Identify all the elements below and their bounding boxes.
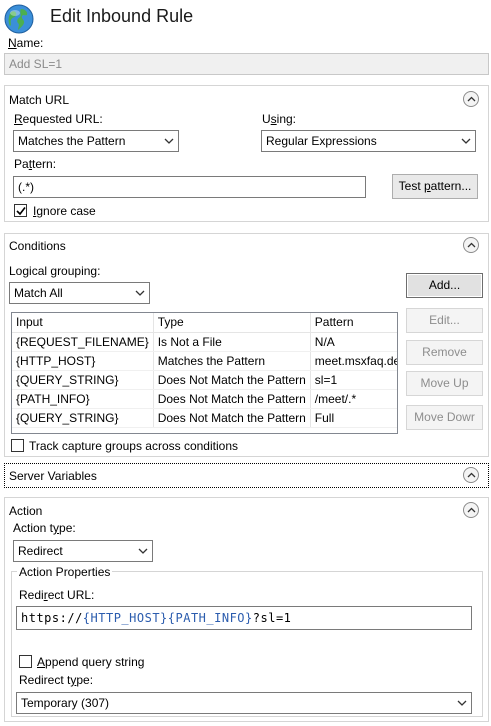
cell-input: {REQUEST_FILENAME} [12, 332, 154, 352]
table-header-row: Input Type Pattern [12, 313, 397, 333]
redirect-type-value: Temporary (307) [21, 696, 110, 710]
conditions-title: Conditions [9, 239, 66, 253]
logical-grouping-value: Match All [14, 286, 63, 300]
logical-grouping-label: Logical grouping: [9, 264, 101, 278]
cell-type: Is Not a File [153, 332, 311, 352]
track-capture-groups-label: Track capture groups across conditions [29, 439, 238, 453]
server-variables-title: Server Variables [9, 469, 97, 483]
expand-server-variables-button[interactable] [463, 467, 479, 483]
logical-grouping-select[interactable]: Match All [9, 282, 150, 304]
redirect-type-select[interactable]: Temporary (307) [16, 692, 472, 714]
chevron-up-icon [467, 96, 476, 102]
requested-url-label: Requested URL: [14, 112, 103, 126]
table-row[interactable]: {QUERY_STRING} Does Not Match the Patter… [12, 370, 397, 390]
cell-type: Does Not Match the Pattern [153, 389, 311, 409]
cell-pattern: N/A [310, 332, 397, 352]
cell-pattern: meet.msxfaq.de [310, 351, 397, 371]
conditions-table: Input Type Pattern {REQUEST_FILENAME} Is… [11, 312, 398, 434]
column-header-pattern[interactable]: Pattern [310, 313, 397, 333]
chevron-down-icon [135, 290, 145, 296]
track-capture-groups-checkbox[interactable] [11, 439, 24, 452]
url-part-scheme: https:// [21, 611, 83, 625]
move-up-button[interactable]: Move Up [406, 371, 483, 396]
redirect-url-input[interactable]: https://{HTTP_HOST}{PATH_INFO}?sl=1 [16, 606, 472, 630]
chevron-down-icon [457, 700, 467, 706]
cell-type: Does Not Match the Pattern [153, 370, 311, 390]
ignore-case-label: Ignore case [33, 204, 96, 218]
collapse-conditions-button[interactable] [463, 237, 479, 253]
action-type-select[interactable]: Redirect [13, 540, 153, 562]
action-properties-title: Action Properties [17, 565, 113, 579]
name-label: Name: [8, 36, 44, 50]
table-row[interactable]: {HTTP_HOST} Matches the Pattern meet.msx… [12, 351, 397, 371]
chevron-down-icon [138, 548, 148, 554]
column-header-type[interactable]: Type [153, 313, 311, 333]
action-type-value: Redirect [18, 544, 63, 558]
requested-url-select[interactable]: Matches the Pattern [13, 130, 179, 152]
using-select[interactable]: Regular Expressions [261, 130, 476, 152]
test-pattern-button[interactable]: Test pattern... [392, 174, 478, 199]
redirect-url-label: Redirect URL: [19, 588, 95, 602]
chevron-down-icon [461, 138, 471, 144]
pattern-label: Pattern: [14, 157, 57, 171]
cell-input: {QUERY_STRING} [12, 408, 154, 428]
action-type-label: Action type: [13, 521, 76, 535]
table-row[interactable]: {REQUEST_FILENAME} Is Not a File N/A [12, 332, 397, 352]
chevron-up-icon [467, 472, 476, 478]
match-url-title: Match URL [9, 93, 70, 107]
globe-icon [3, 3, 35, 35]
action-title: Action [9, 504, 43, 518]
ignore-case-checkbox[interactable] [14, 204, 27, 217]
chevron-down-icon [164, 138, 174, 144]
url-part-query: ?sl=1 [252, 611, 292, 625]
cell-input: {HTTP_HOST} [12, 351, 154, 371]
cell-pattern: sl=1 [310, 370, 397, 390]
cell-pattern: Full [310, 408, 397, 428]
url-part-http-host: {HTTP_HOST} [82, 611, 168, 625]
edit-condition-button[interactable]: Edit... [406, 308, 483, 333]
move-down-button[interactable]: Move Dowr [406, 405, 483, 430]
cell-pattern: /meet/.* [310, 389, 397, 409]
pattern-input[interactable]: (.*) [13, 176, 366, 198]
using-value: Regular Expressions [266, 134, 377, 148]
add-condition-button[interactable]: Add... [406, 273, 483, 298]
table-row[interactable]: {PATH_INFO} Does Not Match the Pattern /… [12, 389, 397, 409]
url-part-path-info: {PATH_INFO} [167, 611, 253, 625]
remove-condition-button[interactable]: Remove [406, 340, 483, 365]
collapse-action-button[interactable] [463, 502, 479, 518]
requested-url-value: Matches the Pattern [18, 134, 126, 148]
column-header-input[interactable]: Input [12, 313, 154, 333]
cell-input: {PATH_INFO} [12, 389, 154, 409]
append-query-string-label: Append query string [37, 655, 145, 669]
cell-type: Does Not Match the Pattern [153, 408, 311, 428]
table-row[interactable]: {QUERY_STRING} Does Not Match the Patter… [12, 408, 397, 428]
append-query-string-checkbox[interactable] [19, 655, 32, 668]
collapse-match-url-button[interactable] [463, 91, 479, 107]
chevron-up-icon [467, 507, 476, 513]
checkmark-icon [16, 207, 26, 216]
page-title: Edit Inbound Rule [50, 6, 194, 26]
cell-type: Matches the Pattern [153, 351, 311, 371]
using-label: Using: [262, 112, 297, 126]
chevron-up-icon [467, 242, 476, 248]
match-url-group [4, 85, 489, 222]
redirect-type-label: Redirect type: [19, 673, 94, 687]
cell-input: {QUERY_STRING} [12, 370, 154, 390]
name-field[interactable]: Add SL=1 [4, 53, 489, 75]
